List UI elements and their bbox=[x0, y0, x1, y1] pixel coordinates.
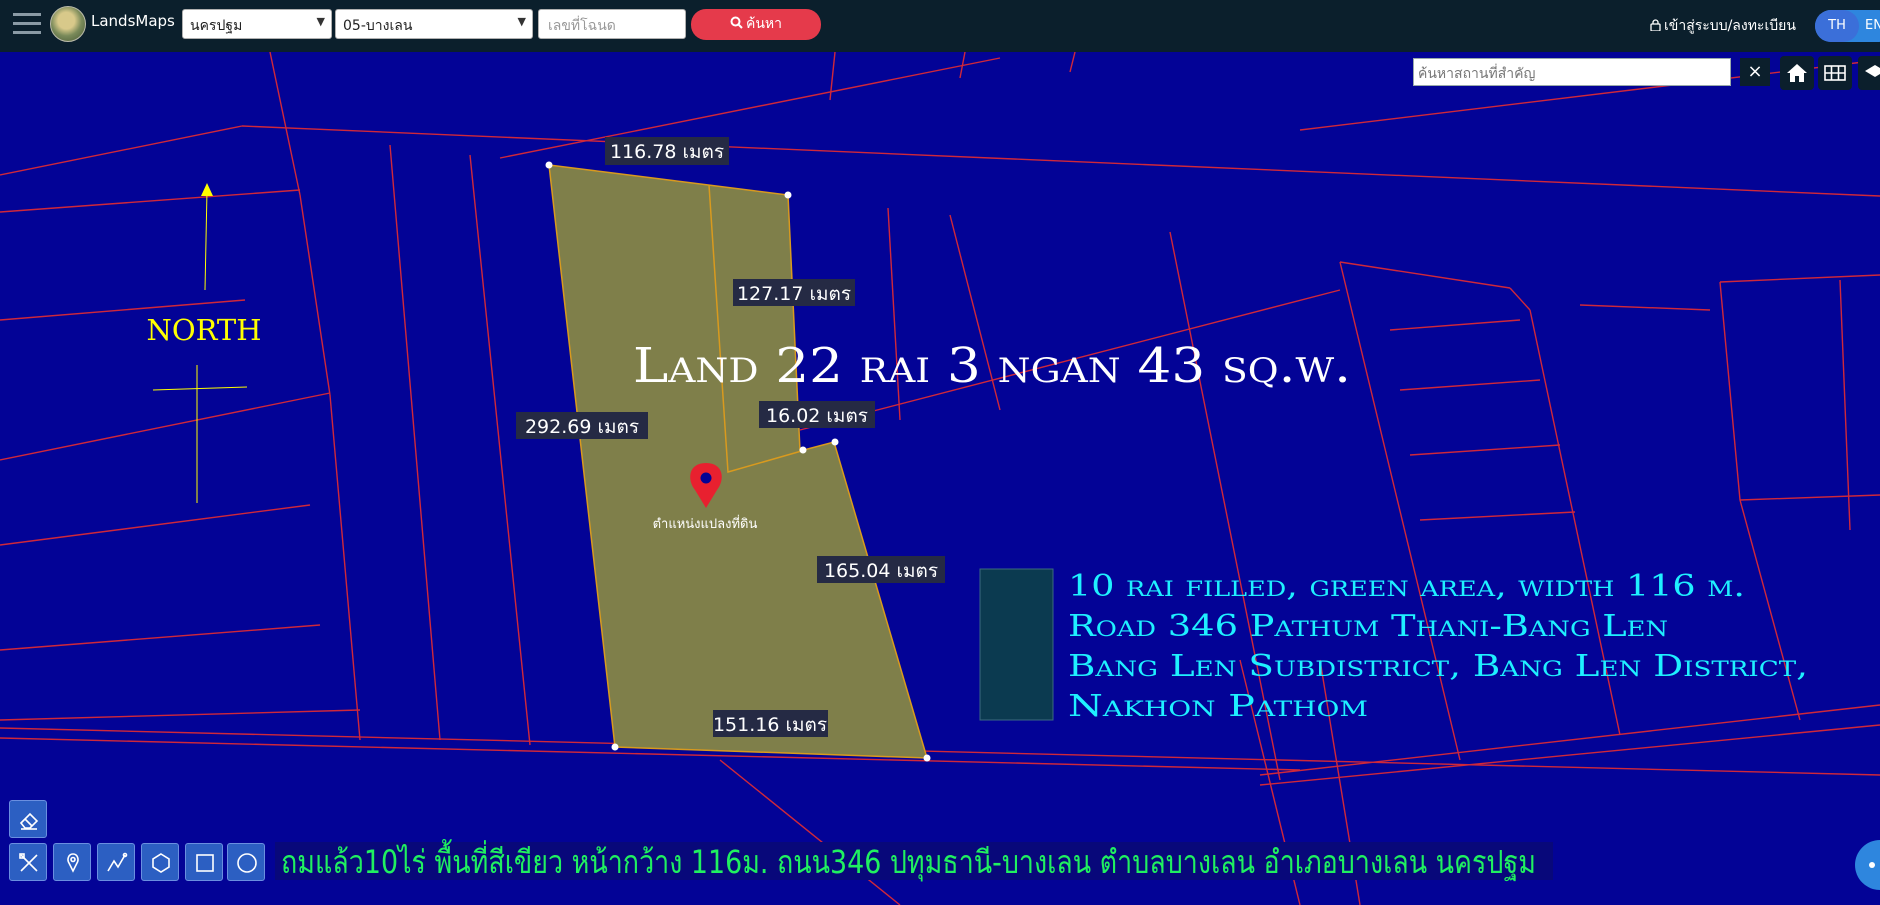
info-line-3: Bang Len Subdistrict, Bang Len District, bbox=[1068, 649, 1808, 684]
pencil-ruler-icon bbox=[19, 853, 38, 872]
eraser-tool[interactable] bbox=[9, 800, 47, 838]
polygon-icon bbox=[152, 853, 170, 873]
login-link[interactable]: เข้าสู่ระบบ/ลงทะเบียน bbox=[1650, 15, 1796, 37]
home-icon bbox=[1787, 64, 1807, 82]
info-text: 10 rai filled, green area, width 116 m. … bbox=[1068, 569, 1808, 724]
measure-left: 292.69 เมตร bbox=[525, 416, 639, 438]
point-tool[interactable] bbox=[53, 843, 91, 881]
dropdown-arrow-icon: ▼ bbox=[517, 15, 526, 28]
circle-icon bbox=[237, 853, 257, 873]
lock-icon bbox=[1650, 19, 1661, 32]
dot-icon bbox=[1869, 862, 1875, 868]
close-icon[interactable]: × bbox=[1740, 58, 1770, 86]
rectangle-icon bbox=[196, 854, 214, 872]
measure-inner-right: 127.17 เมตร bbox=[737, 283, 851, 305]
measure-top: 116.78 เมตร bbox=[610, 141, 724, 163]
province-select[interactable]: นครปฐม ▼ bbox=[182, 9, 332, 39]
measure-tool[interactable] bbox=[9, 843, 47, 881]
north-arrow-icon bbox=[201, 183, 213, 196]
north-label: NORTH bbox=[146, 313, 261, 347]
search-icon bbox=[730, 16, 743, 29]
dropdown-arrow-icon: ▼ bbox=[316, 15, 325, 28]
search-button-label: ค้นหา bbox=[745, 16, 783, 32]
language-toggle[interactable]: TH EN bbox=[1815, 10, 1880, 42]
map-pin-icon bbox=[67, 853, 79, 873]
legend-swatch bbox=[979, 568, 1054, 721]
measure-bottom: 151.16 เมตร bbox=[713, 714, 827, 736]
measure-step: 16.02 เมตร bbox=[766, 405, 868, 427]
layers-button[interactable] bbox=[1858, 56, 1880, 90]
login-link-label: เข้าสู่ระบบ/ลงทะเบียน bbox=[1664, 18, 1796, 34]
parcel-boundaries bbox=[0, 52, 1880, 905]
polyline-icon bbox=[107, 852, 128, 872]
brand-name[interactable]: LandsMaps bbox=[91, 12, 175, 30]
circle-tool[interactable] bbox=[227, 843, 265, 881]
land-plot[interactable] bbox=[545, 161, 931, 762]
info-line-2: Road 346 Pathum Thani-Bang Len bbox=[1068, 609, 1668, 644]
province-select-value: นครปฐม bbox=[190, 18, 243, 34]
brand-logo[interactable] bbox=[50, 6, 86, 42]
measure-right: 165.04 เมตร bbox=[824, 560, 938, 582]
menu-icon[interactable] bbox=[13, 13, 41, 37]
thai-caption: ถมแล้ว10ไร่ พื้นที่สีเขียว หน้ากว้าง 116… bbox=[281, 839, 1536, 882]
info-line-1: 10 rai filled, green area, width 116 m. bbox=[1068, 569, 1745, 604]
map-canvas[interactable]: NORTH Land 22 rai 3 ngan 43 sq.w. 116.78… bbox=[0, 52, 1880, 905]
place-search-input[interactable]: ค้นหาสถานที่สำคัญ bbox=[1413, 58, 1731, 86]
layers-icon bbox=[1865, 65, 1880, 77]
search-button[interactable]: ค้นหา bbox=[691, 9, 821, 40]
marker-label: ตำแหน่งแปลงที่ดิน bbox=[653, 515, 758, 532]
eraser-icon bbox=[19, 812, 39, 830]
home-button[interactable] bbox=[1780, 56, 1814, 90]
lang-en-button[interactable]: EN bbox=[1865, 10, 1880, 42]
grid-button[interactable] bbox=[1818, 56, 1852, 90]
north-indicator: NORTH bbox=[146, 183, 262, 503]
lang-th-button[interactable]: TH bbox=[1815, 10, 1859, 42]
district-select[interactable]: 05-บางเลน ▼ bbox=[335, 9, 533, 39]
info-line-4: Nakhon Pathom bbox=[1068, 689, 1368, 724]
deed-number-input[interactable]: เลขที่โฉนด bbox=[538, 9, 686, 39]
line-tool[interactable] bbox=[97, 843, 135, 881]
rectangle-tool[interactable] bbox=[185, 843, 223, 881]
plot-area[interactable] bbox=[548, 164, 929, 759]
grid-icon bbox=[1824, 65, 1846, 81]
polygon-tool[interactable] bbox=[141, 843, 179, 881]
top-bar: LandsMaps นครปฐม ▼ 05-บางเลน ▼ เลขที่โฉน… bbox=[0, 0, 1880, 52]
map-title: Land 22 rai 3 ngan 43 sq.w. bbox=[633, 338, 1351, 394]
district-select-value: 05-บางเลน bbox=[343, 18, 413, 34]
